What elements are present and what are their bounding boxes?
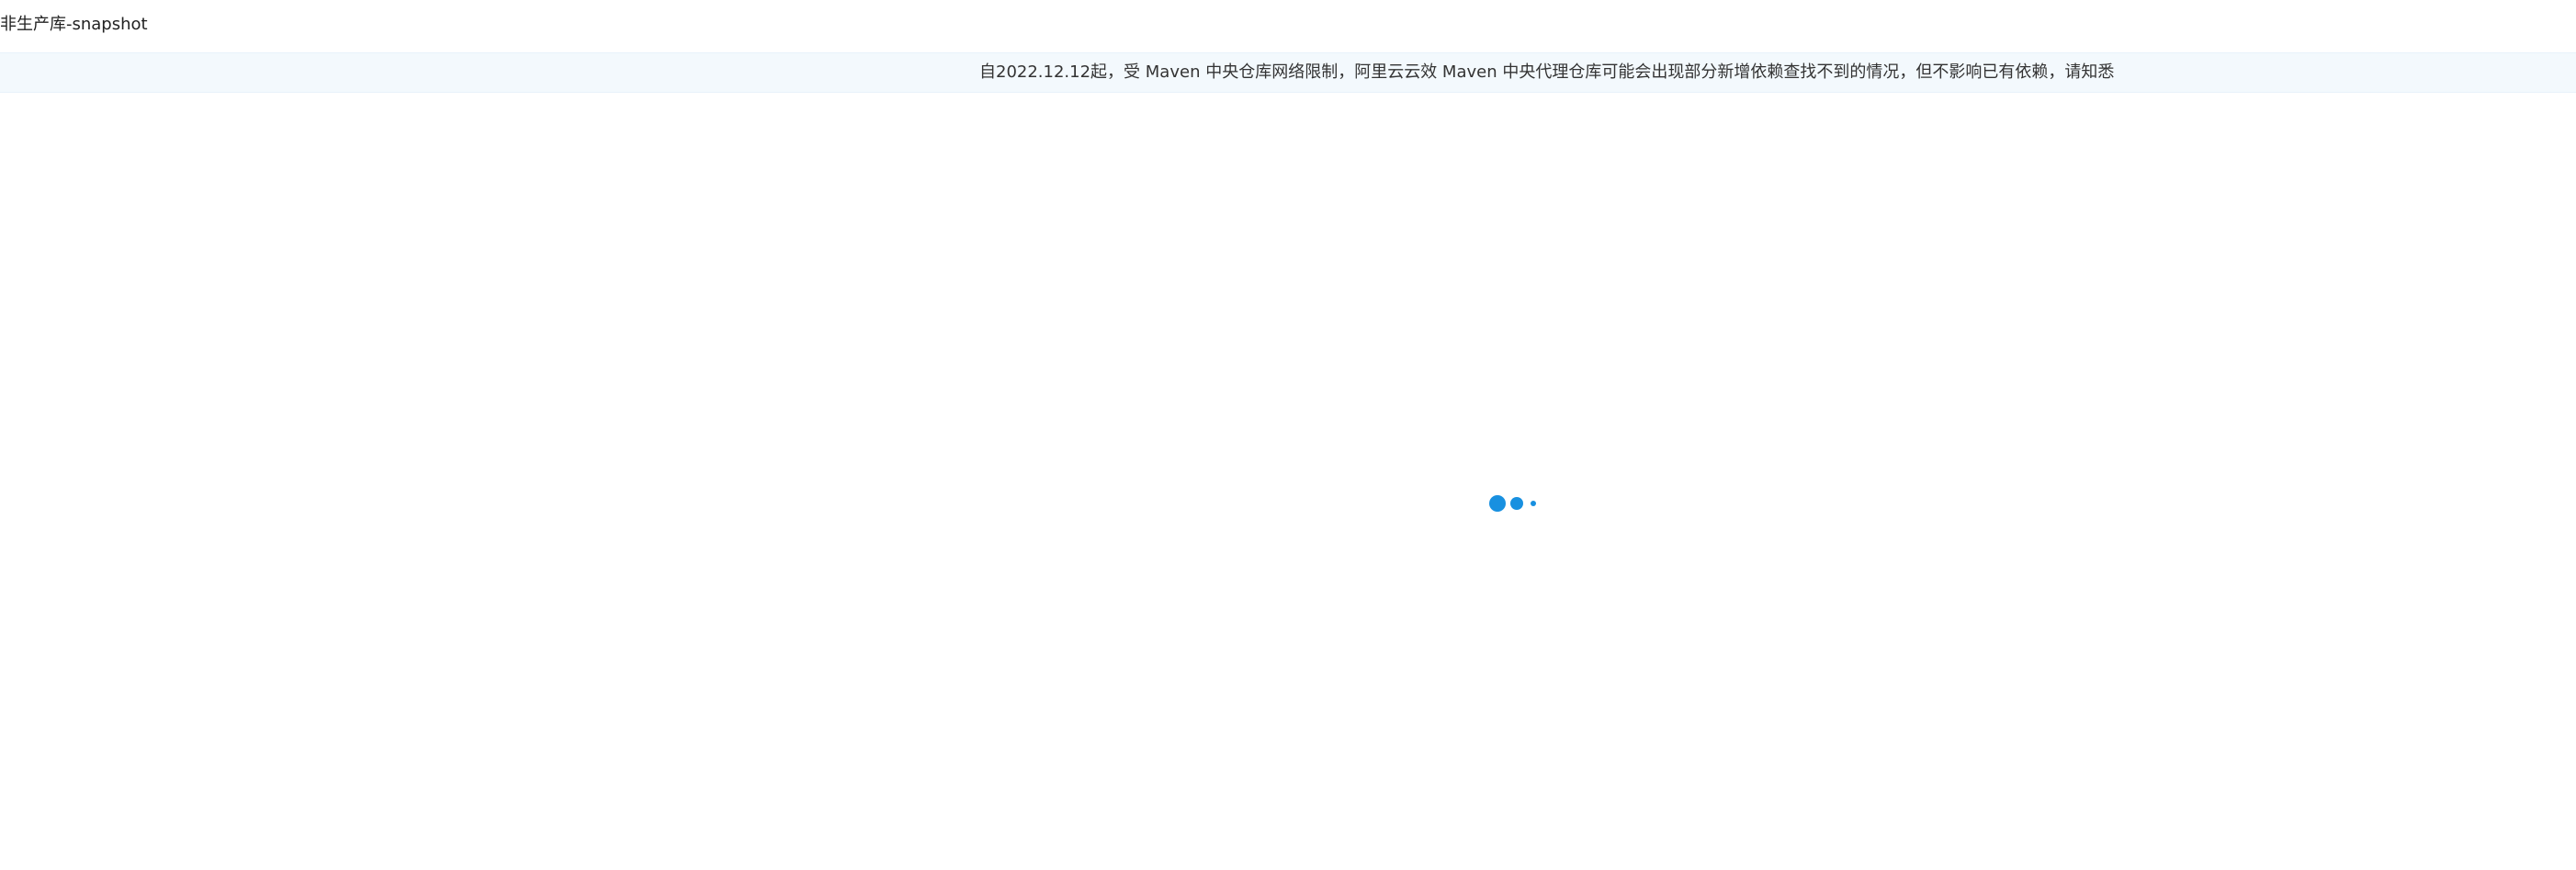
notice-banner: 自2022.12.12起，受 Maven 中央仓库网络限制，阿里云云效 Mave…	[0, 52, 2576, 93]
loading-dot-medium	[1510, 497, 1523, 510]
page-title: 非生产库-snapshot	[0, 15, 148, 34]
page: 非生产库-snapshot 自2022.12.12起，受 Maven 中央仓库网…	[0, 0, 2576, 870]
notice-text: 自2022.12.12起，受 Maven 中央仓库网络限制，阿里云云效 Mave…	[979, 62, 2115, 82]
loading-dot-large	[1489, 495, 1506, 512]
loading-dot-small	[1531, 501, 1536, 506]
loading-dots-icon	[1486, 492, 1542, 514]
